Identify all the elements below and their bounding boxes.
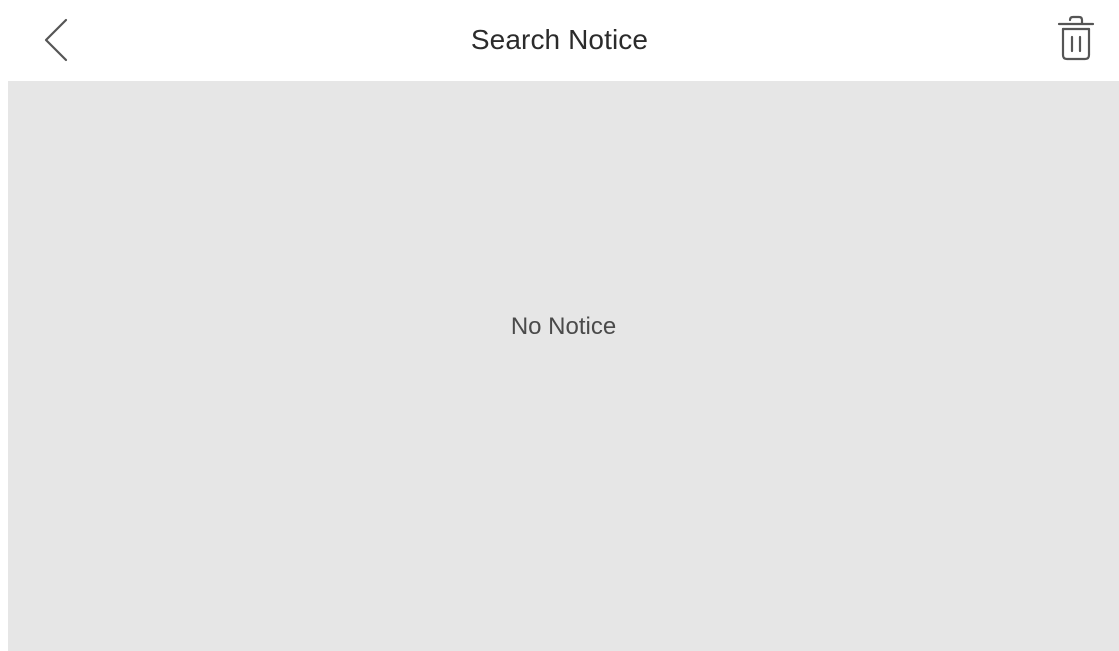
chevron-left-icon xyxy=(44,18,68,62)
search-notice-screen: Search Notice No Notice xyxy=(0,0,1119,651)
page-title: Search Notice xyxy=(470,24,649,55)
delete-button[interactable] xyxy=(1052,10,1100,66)
empty-state-message: No Notice xyxy=(510,313,617,340)
trash-icon xyxy=(1057,15,1095,61)
header-bar: Search Notice xyxy=(0,0,1119,80)
notice-list-area: No Notice xyxy=(8,81,1119,651)
back-button[interactable] xyxy=(34,14,78,66)
